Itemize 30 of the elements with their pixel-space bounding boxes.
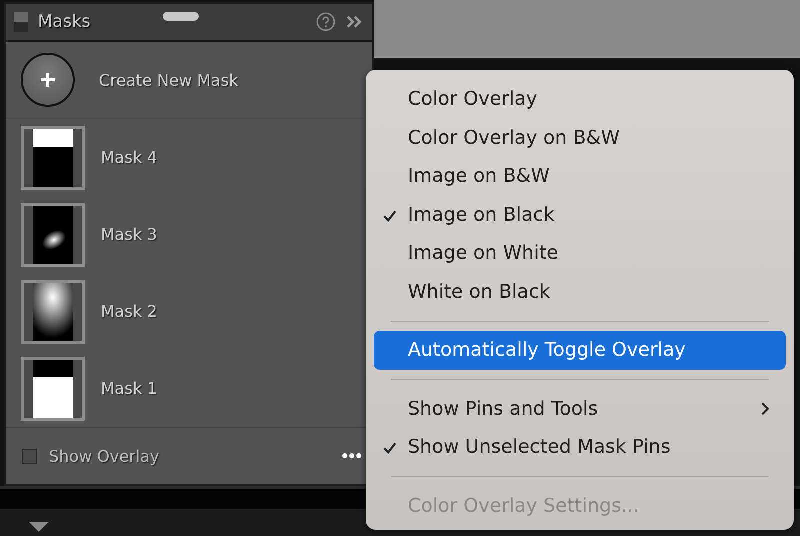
triangle-down-icon[interactable]	[29, 522, 49, 532]
mask-thumbnail[interactable]	[21, 356, 85, 420]
double-chevron-icon[interactable]	[346, 15, 364, 29]
create-mask-label[interactable]: Create New Mask	[99, 70, 238, 90]
drag-handle-icon[interactable]	[162, 12, 199, 21]
panel-toggle-icon[interactable]	[14, 12, 28, 32]
help-icon[interactable]	[316, 12, 336, 32]
mask-name[interactable]: Mask 2	[101, 302, 158, 321]
chevron-right-icon	[761, 402, 770, 416]
mask-thumbnail[interactable]	[21, 126, 85, 190]
panel-title: Masks	[38, 12, 91, 32]
mask-name[interactable]: Mask 1	[101, 379, 158, 398]
plus-icon	[38, 70, 58, 90]
mask-thumbnail[interactable]	[21, 202, 85, 266]
mask-name[interactable]: Mask 4	[101, 148, 158, 167]
menu-item[interactable]: Show Pins and Tools	[374, 390, 786, 428]
menu-item[interactable]: Image on White	[374, 234, 786, 272]
menu-item[interactable]: Image on Black	[374, 196, 786, 234]
menu-item[interactable]: Automatically Toggle Overlay	[374, 331, 786, 370]
show-overlay-checkbox[interactable]	[22, 448, 37, 464]
mask-thumbnail[interactable]	[21, 280, 85, 344]
more-icon[interactable]	[342, 453, 362, 459]
create-mask-button[interactable]	[21, 53, 75, 107]
menu-item[interactable]: Color Overlay on B&W	[374, 118, 786, 157]
menu-item[interactable]: Color Overlay	[374, 80, 786, 118]
show-overlay-label[interactable]: Show Overlay	[49, 446, 160, 466]
menu-item[interactable]: White on Black	[374, 272, 786, 311]
menu-item[interactable]: Show Unselected Mask Pins	[374, 428, 786, 466]
mask-name[interactable]: Mask 3	[101, 225, 158, 244]
menu-item[interactable]: Image on B&W	[374, 157, 786, 196]
